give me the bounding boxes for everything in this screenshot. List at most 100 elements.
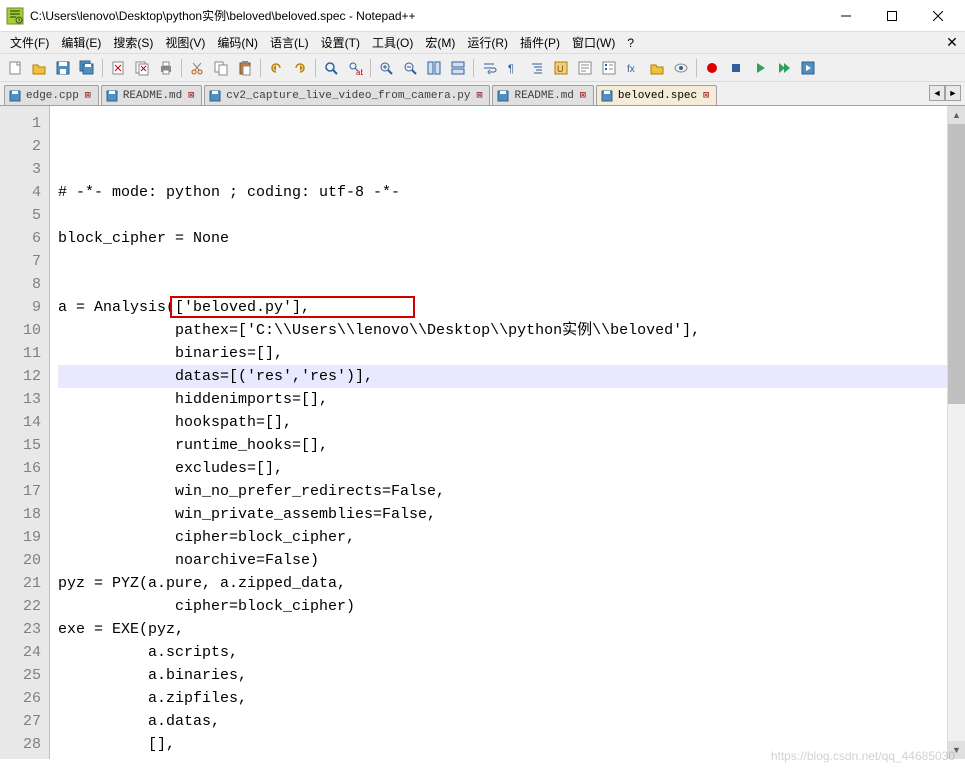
- menu-language[interactable]: 语言(L): [264, 32, 315, 53]
- tab-close-icon[interactable]: ⊠: [577, 90, 589, 102]
- record-macro-button[interactable]: [701, 57, 723, 79]
- tab-label: README.md: [514, 90, 573, 102]
- maximize-button[interactable]: [869, 0, 915, 32]
- code-line: [58, 204, 961, 227]
- zoom-out-button[interactable]: [399, 57, 421, 79]
- replace-button[interactable]: ab: [344, 57, 366, 79]
- svg-text:U: U: [557, 64, 564, 74]
- code-line: exe = EXE(pyz,: [58, 618, 961, 641]
- menu-encoding[interactable]: 编码(N): [211, 32, 264, 53]
- copy-button[interactable]: [210, 57, 232, 79]
- monitor-button[interactable]: [670, 57, 692, 79]
- menu-help[interactable]: ?: [621, 34, 640, 52]
- folder-view-button[interactable]: [646, 57, 668, 79]
- code-line: cipher=block_cipher,: [58, 526, 961, 549]
- show-all-chars-button[interactable]: ¶: [502, 57, 524, 79]
- doc-list-button[interactable]: [598, 57, 620, 79]
- menu-tools[interactable]: 工具(O): [366, 32, 419, 53]
- menu-search[interactable]: 搜索(S): [107, 32, 159, 53]
- print-button[interactable]: [155, 57, 177, 79]
- window-title: C:\Users\lenovo\Desktop\python实例\beloved…: [30, 7, 823, 24]
- code-line: a.binaries,: [58, 664, 961, 687]
- play-multi-button[interactable]: [773, 57, 795, 79]
- file-icon: [497, 90, 511, 102]
- tab-close-icon[interactable]: ⊠: [185, 90, 197, 102]
- code-area[interactable]: # -*- mode: python ; coding: utf-8 -*-bl…: [50, 106, 965, 759]
- zoom-in-button[interactable]: [375, 57, 397, 79]
- line-number: 4: [0, 181, 41, 204]
- tab-4[interactable]: beloved.spec⊠: [596, 85, 717, 105]
- sync-h-button[interactable]: [447, 57, 469, 79]
- line-number: 17: [0, 480, 41, 503]
- vertical-scrollbar[interactable]: ▲ ▼: [947, 106, 965, 759]
- tab-next-button[interactable]: ►: [945, 85, 961, 101]
- menubar-close-icon[interactable]: ✕: [943, 34, 961, 52]
- line-number: 20: [0, 549, 41, 572]
- line-number: 10: [0, 319, 41, 342]
- svg-text:fx: fx: [627, 64, 635, 75]
- line-number: 5: [0, 204, 41, 227]
- func-list-button[interactable]: fx: [622, 57, 644, 79]
- play-macro-button[interactable]: [749, 57, 771, 79]
- code-line: runtime_hooks=[],: [58, 434, 961, 457]
- code-line: a.datas,: [58, 710, 961, 733]
- code-line: hiddenimports=[],: [58, 388, 961, 411]
- toolbar: ab ¶ U fx: [0, 54, 965, 82]
- save-button[interactable]: [52, 57, 74, 79]
- line-number: 18: [0, 503, 41, 526]
- tab-nav: ◄ ►: [929, 85, 961, 101]
- menu-settings[interactable]: 设置(T): [315, 32, 366, 53]
- file-icon: [209, 90, 223, 102]
- file-icon: [601, 90, 615, 102]
- stop-macro-button[interactable]: [725, 57, 747, 79]
- line-number: 2: [0, 135, 41, 158]
- scroll-thumb[interactable]: [948, 124, 965, 404]
- doc-map-button[interactable]: [574, 57, 596, 79]
- user-lang-button[interactable]: U: [550, 57, 572, 79]
- code-line: win_no_prefer_redirects=False,: [58, 480, 961, 503]
- indent-guide-button[interactable]: [526, 57, 548, 79]
- tab-3[interactable]: README.md ⊠: [492, 85, 593, 105]
- tab-close-icon[interactable]: ⊠: [473, 90, 485, 102]
- code-line: hookspath=[],: [58, 411, 961, 434]
- redo-button[interactable]: [289, 57, 311, 79]
- close-file-button[interactable]: [107, 57, 129, 79]
- line-number: 24: [0, 641, 41, 664]
- open-file-button[interactable]: [28, 57, 50, 79]
- cut-button[interactable]: [186, 57, 208, 79]
- new-file-button[interactable]: [4, 57, 26, 79]
- menu-view[interactable]: 视图(V): [159, 32, 211, 53]
- menu-window[interactable]: 窗口(W): [566, 32, 621, 53]
- tab-close-icon[interactable]: ⊠: [82, 90, 94, 102]
- menu-plugins[interactable]: 插件(P): [514, 32, 566, 53]
- code-line: excludes=[],: [58, 457, 961, 480]
- code-line: # -*- mode: python ; coding: utf-8 -*-: [58, 181, 961, 204]
- tab-0[interactable]: edge.cpp⊠: [4, 85, 99, 105]
- line-number: 1: [0, 112, 41, 135]
- close-all-button[interactable]: [131, 57, 153, 79]
- minimize-button[interactable]: [823, 0, 869, 32]
- tab-2[interactable]: cv2_capture_live_video_from_camera.py⊠: [204, 85, 490, 105]
- code-line: noarchive=False): [58, 549, 961, 572]
- line-number: 28: [0, 733, 41, 756]
- menu-edit[interactable]: 编辑(E): [55, 32, 107, 53]
- save-macro-button[interactable]: [797, 57, 819, 79]
- menu-run[interactable]: 运行(R): [461, 32, 514, 53]
- menu-file[interactable]: 文件(F): [4, 32, 55, 53]
- paste-button[interactable]: [234, 57, 256, 79]
- tab-label: cv2_capture_live_video_from_camera.py: [226, 90, 470, 102]
- tab-prev-button[interactable]: ◄: [929, 85, 945, 101]
- tab-close-icon[interactable]: ⊠: [700, 90, 712, 102]
- wrap-button[interactable]: [478, 57, 500, 79]
- code-line: a = Analysis(['beloved.py'],: [58, 296, 961, 319]
- menu-macro[interactable]: 宏(M): [419, 32, 461, 53]
- save-all-button[interactable]: [76, 57, 98, 79]
- sync-v-button[interactable]: [423, 57, 445, 79]
- undo-button[interactable]: [265, 57, 287, 79]
- close-button[interactable]: [915, 0, 961, 32]
- line-number: 25: [0, 664, 41, 687]
- tab-1[interactable]: README.md⊠: [101, 85, 202, 105]
- line-gutter[interactable]: 1234567891011121314151617181920212223242…: [0, 106, 50, 759]
- find-button[interactable]: [320, 57, 342, 79]
- scroll-up-button[interactable]: ▲: [948, 106, 965, 124]
